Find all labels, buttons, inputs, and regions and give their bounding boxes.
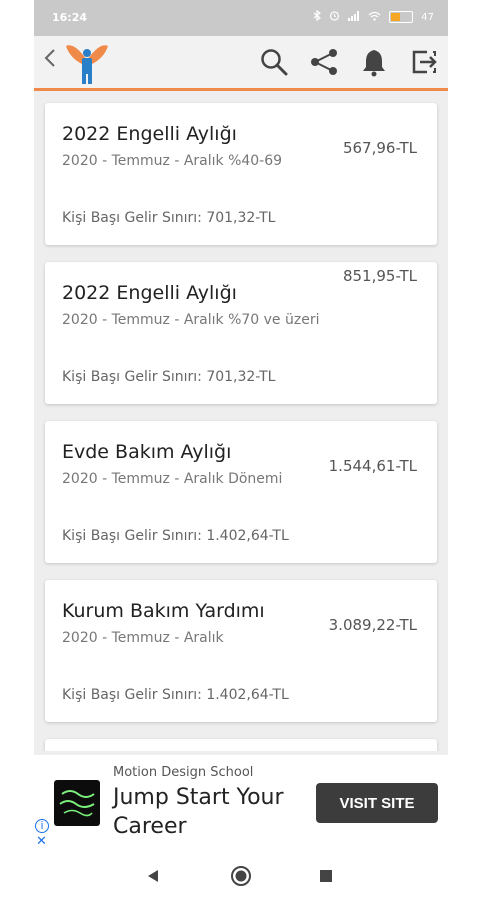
signal-icon (348, 10, 360, 24)
bell-icon[interactable] (356, 44, 392, 80)
card-title: Evde Bakım Aylığı (62, 441, 232, 463)
winged-person-logo (64, 40, 110, 86)
card-income-limit: Kişi Başı Gelir Sınırı: 701,32-TL (62, 369, 276, 385)
card-subtitle: 2020 - Temmuz - Aralık (62, 630, 224, 646)
ad-advertiser: Motion Design School (113, 765, 254, 780)
home-circle-icon[interactable] (229, 864, 253, 888)
list-item[interactable] (45, 739, 437, 751)
wifi-icon (368, 11, 381, 24)
system-nav-bar (34, 850, 448, 900)
ad-close-icon[interactable]: ✕ (36, 835, 47, 848)
card-subtitle: 2020 - Temmuz - Aralık Dönemi (62, 471, 283, 487)
ad-headline[interactable]: Jump Start Your Career (113, 783, 313, 841)
card-income-limit: Kişi Başı Gelir Sınırı: 701,32-TL (62, 210, 276, 226)
battery-level-fill (391, 13, 401, 21)
card-amount: 1.544,61-TL (328, 457, 417, 475)
chevron-left-icon[interactable] (40, 48, 60, 74)
alarm-icon (329, 10, 340, 24)
card-income-limit: Kişi Başı Gelir Sınırı: 1.402,64-TL (62, 687, 289, 703)
card-subtitle: 2020 - Temmuz - Aralık %40-69 (62, 153, 283, 169)
card-amount: 3.089,22-TL (328, 616, 417, 634)
status-icons: 47 (313, 9, 434, 24)
card-title: 2022 Engelli Aylığı (62, 282, 237, 304)
card-income-limit: Kişi Başı Gelir Sınırı: 1.402,64-TL (62, 528, 289, 544)
app-bar (34, 36, 448, 91)
bluetooth-icon (313, 9, 322, 24)
card-amount: 851,95-TL (342, 267, 417, 285)
card-title: 2022 Engelli Aylığı (62, 123, 237, 145)
list-item[interactable]: Kurum Bakım Yardımı 2020 - Temmuz - Aral… (45, 580, 437, 722)
card-amount: 567,96-TL (342, 139, 417, 157)
list-item[interactable]: Evde Bakım Aylığı 2020 - Temmuz - Aralık… (45, 421, 437, 563)
share-icon[interactable] (306, 44, 342, 80)
battery-icon (389, 11, 414, 23)
recents-square-icon[interactable] (314, 864, 338, 888)
phone-screen: 16:24 47 2022 Engelli Aylığı 2020 - Temm… (34, 0, 448, 900)
search-icon[interactable] (256, 44, 292, 80)
status-bar: 16:24 47 (34, 0, 448, 36)
benefits-list: 2022 Engelli Aylığı 2020 - Temmuz - Aral… (34, 91, 448, 751)
list-item[interactable]: 2022 Engelli Aylığı 2020 - Temmuz - Aral… (45, 262, 437, 404)
ad-image[interactable] (54, 780, 100, 826)
card-title: Kurum Bakım Yardımı (62, 600, 265, 622)
status-time: 16:24 (52, 11, 88, 24)
card-subtitle: 2020 - Temmuz - Aralık %70 ve üzeri (62, 312, 320, 328)
logout-icon[interactable] (406, 44, 442, 80)
back-triangle-icon[interactable] (141, 864, 165, 888)
battery-percent: 47 (421, 11, 434, 23)
app-bar-actions (256, 44, 442, 80)
visit-site-button[interactable]: VISIT SITE (316, 783, 438, 823)
ad-banner[interactable]: Motion Design School Jump Start Your Car… (34, 755, 448, 850)
list-item[interactable]: 2022 Engelli Aylığı 2020 - Temmuz - Aral… (45, 103, 437, 245)
ad-info-icon[interactable]: i (35, 819, 49, 833)
